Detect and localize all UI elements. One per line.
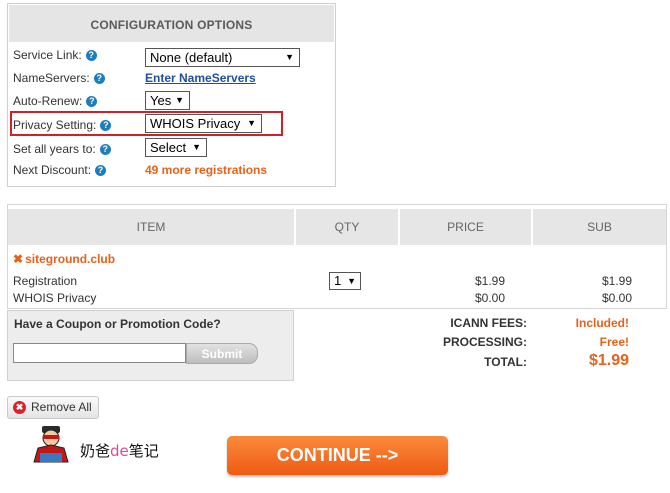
remove-icon: ✖ (13, 401, 26, 414)
cart-domain: ✖ siteground.club (13, 252, 115, 266)
next-discount-value: 49 more registrations (145, 163, 268, 177)
help-icon[interactable]: ? (99, 144, 111, 155)
help-icon[interactable]: ? (86, 96, 98, 107)
help-icon[interactable]: ? (95, 165, 107, 176)
row-registration-sub: $1.99 (601, 274, 632, 288)
coupon-panel: Have a Coupon or Promotion Code? Submit (7, 310, 294, 381)
auto-renew-select[interactable]: Yes ▼ (145, 91, 190, 110)
config-title: CONFIGURATION OPTIONS (9, 5, 334, 42)
configuration-options-panel: CONFIGURATION OPTIONS Service Link:? Non… (7, 3, 336, 187)
row-registration-price: $1.99 (474, 274, 505, 288)
processing-label: PROCESSING: (442, 335, 527, 349)
total-value: $1.99 (588, 352, 629, 369)
nameservers-label: NameServers:? (13, 71, 105, 85)
privacy-highlight-box (10, 111, 283, 136)
icann-fees-label: ICANN FEES: (450, 316, 527, 330)
help-icon[interactable]: ? (85, 50, 97, 61)
coupon-code-input[interactable] (13, 343, 186, 363)
chevron-down-icon: ▼ (285, 52, 294, 62)
row-whois-label: WHOIS Privacy (13, 291, 97, 305)
enter-nameservers-link[interactable]: Enter NameServers (145, 71, 256, 85)
row-registration-label: Registration (13, 274, 78, 288)
total-label: TOTAL: (484, 355, 527, 369)
chevron-down-icon: ▼ (192, 142, 201, 152)
continue-button[interactable]: CONTINUE --> (227, 436, 448, 475)
next-discount-label: Next Discount:? (13, 163, 107, 177)
coupon-submit-button[interactable]: Submit (186, 343, 258, 364)
chevron-down-icon: ▼ (175, 95, 184, 105)
watermark-avatar-logo (33, 426, 69, 463)
qty-select[interactable]: 1 ▼ (329, 272, 361, 290)
service-link-label: Service Link:? (13, 48, 97, 62)
chevron-down-icon: ▼ (347, 276, 356, 286)
remove-all-label: Remove All (31, 400, 92, 414)
icann-fees-value: Included! (575, 316, 629, 330)
service-link-select[interactable]: None (default) ▼ (145, 48, 300, 67)
row-whois-sub: $0.00 (601, 291, 632, 305)
processing-value: Free! (599, 335, 629, 349)
set-all-years-select[interactable]: Select ▼ (145, 138, 207, 157)
row-whois-price: $0.00 (474, 291, 505, 305)
column-header-qty: QTY (296, 209, 400, 245)
column-header-sub: SUB (533, 209, 666, 245)
watermark-text: 奶爸de笔记 (80, 442, 159, 460)
coupon-title: Have a Coupon or Promotion Code? (14, 317, 221, 331)
auto-renew-label: Auto-Renew:? (13, 94, 98, 108)
remove-all-button[interactable]: ✖ Remove All (7, 396, 99, 419)
remove-domain-icon[interactable]: ✖ (13, 252, 23, 266)
help-icon[interactable]: ? (93, 73, 105, 84)
column-header-price: PRICE (400, 209, 533, 245)
cart-table: ITEM QTY PRICE SUB ✖ siteground.club Regi… (7, 204, 667, 309)
set-all-years-label: Set all years to:? (13, 142, 111, 156)
domain-name: siteground.club (25, 252, 116, 266)
column-header-item: ITEM (8, 209, 296, 245)
